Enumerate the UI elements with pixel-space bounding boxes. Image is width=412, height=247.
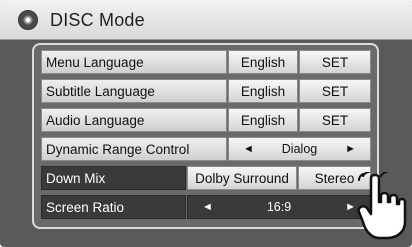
subtitle-language-set-button[interactable]: SET bbox=[299, 79, 371, 103]
settings-panel: Menu Language English SET Subtitle Langu… bbox=[32, 43, 379, 229]
dynamic-range-value: Dialog bbox=[281, 142, 318, 156]
screen-ratio-selector: ◄ 16:9 ► bbox=[187, 195, 371, 219]
subtitle-language-label: Subtitle Language bbox=[41, 79, 227, 103]
header-bar: DISC Mode bbox=[0, 0, 412, 40]
page-title: DISC Mode bbox=[50, 10, 145, 30]
setting-row-audio-language: Audio Language English SET bbox=[41, 108, 371, 132]
audio-language-value: English bbox=[228, 108, 298, 132]
dynamic-range-selector: ◄ Dialog ► bbox=[228, 137, 371, 161]
menu-language-value: English bbox=[228, 50, 298, 74]
disc-mode-screen: DISC Mode Menu Language English SET Subt… bbox=[0, 0, 412, 247]
screen-ratio-value: 16:9 bbox=[266, 200, 292, 214]
setting-row-dynamic-range-control: Dynamic Range Control ◄ Dialog ► bbox=[41, 137, 371, 161]
menu-language-set-button[interactable]: SET bbox=[299, 50, 371, 74]
setting-row-screen-ratio: Screen Ratio ◄ 16:9 ► bbox=[41, 195, 371, 219]
down-mix-dolby-surround-button[interactable]: Dolby Surround bbox=[187, 166, 297, 190]
setting-row-menu-language: Menu Language English SET bbox=[41, 50, 371, 74]
pointing-hand-icon bbox=[357, 172, 407, 240]
audio-language-set-button[interactable]: SET bbox=[299, 108, 371, 132]
menu-language-label: Menu Language bbox=[41, 50, 227, 74]
dynamic-range-control-label: Dynamic Range Control bbox=[41, 137, 227, 161]
audio-language-label: Audio Language bbox=[41, 108, 227, 132]
next-arrow-icon[interactable]: ► bbox=[345, 143, 356, 155]
next-arrow-icon[interactable]: ► bbox=[345, 201, 356, 213]
screen-ratio-label: Screen Ratio bbox=[41, 195, 186, 219]
subtitle-language-value: English bbox=[228, 79, 298, 103]
prev-arrow-icon[interactable]: ◄ bbox=[202, 201, 213, 213]
prev-arrow-icon[interactable]: ◄ bbox=[243, 143, 254, 155]
setting-row-subtitle-language: Subtitle Language English SET bbox=[41, 79, 371, 103]
down-mix-label: Down Mix bbox=[41, 166, 186, 190]
setting-row-down-mix: Down Mix Dolby Surround Stereo bbox=[41, 166, 371, 190]
disc-icon bbox=[18, 10, 38, 30]
